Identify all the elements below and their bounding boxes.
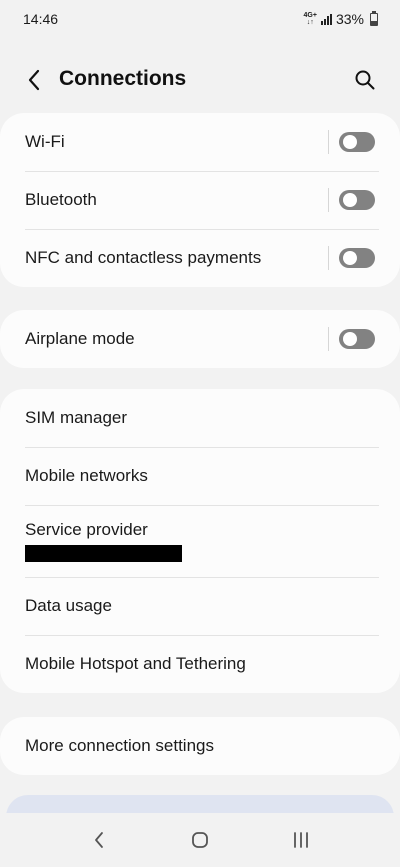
divider xyxy=(328,188,329,212)
battery-icon xyxy=(370,10,378,26)
nfc-toggle[interactable] xyxy=(339,248,375,268)
nav-home-button[interactable] xyxy=(180,820,220,860)
sim-manager-label: SIM manager xyxy=(25,408,128,427)
wifi-label: Wi-Fi xyxy=(25,132,65,151)
nfc-row[interactable]: NFC and contactless payments xyxy=(0,229,400,287)
nav-back-icon xyxy=(94,832,103,848)
search-button[interactable] xyxy=(352,67,378,93)
airplane-mode-row[interactable]: Airplane mode xyxy=(0,310,400,368)
nav-back-button[interactable] xyxy=(79,820,119,860)
navigation-bar xyxy=(0,813,400,867)
mobile-networks-row[interactable]: Mobile networks xyxy=(0,447,400,505)
mobile-networks-label: Mobile networks xyxy=(25,466,148,485)
status-bar: 14:46 4G+ ↓↑ 33% xyxy=(0,0,400,38)
bluetooth-toggle[interactable] xyxy=(339,190,375,210)
divider xyxy=(328,130,329,154)
more-connection-settings-row[interactable]: More connection settings xyxy=(0,717,400,775)
bluetooth-label: Bluetooth xyxy=(25,190,97,209)
redacted-value xyxy=(25,545,182,562)
nav-home-icon xyxy=(192,832,208,848)
more-connection-settings-label: More connection settings xyxy=(25,736,214,755)
status-time: 14:46 xyxy=(23,11,59,27)
wifi-row[interactable]: Wi-Fi xyxy=(0,113,400,171)
bluetooth-row[interactable]: Bluetooth xyxy=(0,171,400,229)
app-header: Connections xyxy=(0,55,400,105)
data-usage-row[interactable]: Data usage xyxy=(0,577,400,635)
nav-recents-icon xyxy=(294,832,309,848)
airplane-mode-toggle[interactable] xyxy=(339,329,375,349)
status-icons: 4G+ ↓↑ 33% xyxy=(303,10,378,27)
divider xyxy=(328,327,329,351)
sim-manager-row[interactable]: SIM manager xyxy=(0,389,400,447)
hotspot-tethering-row[interactable]: Mobile Hotspot and Tethering xyxy=(0,635,400,693)
network-type-icon: 4G+ ↓↑ xyxy=(303,12,317,26)
mobile-group: SIM manager Mobile networks Service prov… xyxy=(0,389,400,693)
hotspot-tethering-label: Mobile Hotspot and Tethering xyxy=(25,654,246,673)
search-icon xyxy=(355,70,375,90)
service-provider-row[interactable]: Service provider xyxy=(0,505,400,577)
nav-recents-button[interactable] xyxy=(281,820,321,860)
battery-percent: 33% xyxy=(335,11,364,27)
chevron-left-icon xyxy=(28,69,40,91)
airplane-group: Airplane mode xyxy=(0,310,400,368)
more-group: More connection settings xyxy=(0,717,400,775)
airplane-mode-label: Airplane mode xyxy=(25,329,135,348)
back-button[interactable] xyxy=(22,67,46,93)
page-title: Connections xyxy=(59,67,187,90)
wifi-toggle[interactable] xyxy=(339,132,375,152)
service-provider-label: Service provider xyxy=(25,520,148,539)
signal-icon xyxy=(320,13,332,25)
data-usage-label: Data usage xyxy=(25,596,112,615)
divider xyxy=(328,246,329,270)
nfc-label: NFC and contactless payments xyxy=(25,248,262,267)
wireless-group: Wi-Fi Bluetooth NFC and contactless paym… xyxy=(0,113,400,287)
